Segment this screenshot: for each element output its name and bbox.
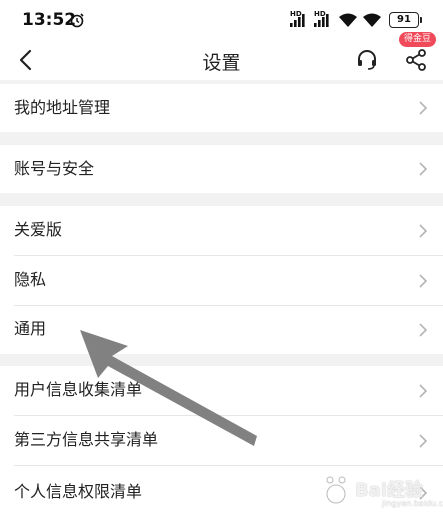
chevron-right-icon [419,384,428,398]
headset-icon[interactable] [355,48,379,72]
list-item-label: 我的地址管理 [14,98,111,117]
list-item-label: 通用 [14,319,47,338]
watermark-url: jingyan.baidu.com [382,499,443,508]
list-item-label: 个人信息权限清单 [14,482,143,501]
list-item-care-mode[interactable]: 关爱版 [0,206,443,256]
status-bar: 13:52 HD HD 91 [0,0,443,40]
chevron-right-icon [419,224,428,238]
list-item-account-security[interactable]: 账号与安全 [0,145,443,193]
signal-icon-2 [314,14,329,27]
chevron-right-icon [419,162,428,176]
list-item-data-collection[interactable]: 用户信息收集清单 [0,366,443,416]
list-item-address[interactable]: 我的地址管理 [0,84,443,132]
wifi-icon-1 [339,13,357,27]
list-item-general[interactable]: 通用 [0,306,443,354]
wifi-icon-2 [363,13,381,27]
status-time: 13:52 [22,10,77,30]
share-icon[interactable] [404,48,428,72]
bonus-badge[interactable]: 得金豆 [399,32,437,47]
battery-indicator: 91 [389,12,422,28]
list-item-label: 用户信息收集清单 [14,380,143,399]
list-item-label: 隐私 [14,270,47,289]
alarm-icon [70,13,84,28]
chevron-right-icon [419,323,428,337]
list-item-label: 关爱版 [14,220,63,239]
list-item-label: 账号与安全 [14,159,95,178]
list-item-label: 第三方信息共享清单 [14,430,159,449]
chevron-right-icon [419,434,428,448]
signal-icon-1 [290,14,305,27]
chevron-right-icon [419,101,428,115]
nav-bar: 设置 [0,40,443,80]
list-item-privacy[interactable]: 隐私 [0,256,443,306]
chevron-right-icon [419,274,428,288]
list-item-third-party-sharing[interactable]: 第三方信息共享清单 [0,416,443,466]
